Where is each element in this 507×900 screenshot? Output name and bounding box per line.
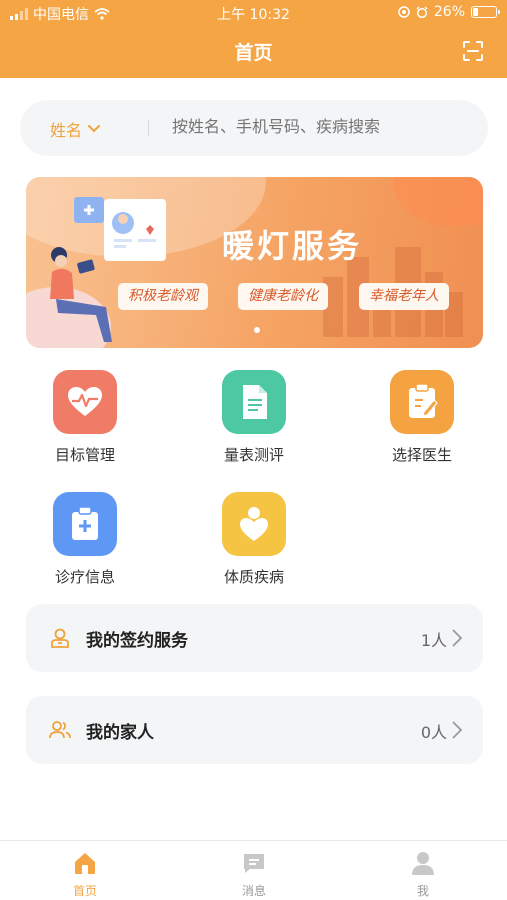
feature-label: 诊疗信息: [54, 568, 115, 586]
tab-label: 首页: [72, 884, 97, 898]
tab-label: 消息: [241, 884, 266, 898]
feature-label: 体质疾病: [223, 568, 284, 586]
search-input[interactable]: [172, 117, 472, 136]
tab-label: 我: [416, 884, 429, 898]
person-heart-icon: [222, 492, 286, 556]
person-badge-icon: [51, 628, 69, 648]
chevron-down-icon: [88, 125, 101, 133]
feature-constitution-disease[interactable]: 体质疾病: [204, 492, 304, 587]
feature-label: 目标管理: [54, 446, 115, 464]
banner-tag: 积极老龄观: [118, 283, 208, 310]
page-title: 首页: [234, 42, 273, 64]
battery-icon: [471, 6, 500, 18]
status-bar: 中国电信 上午 10:32 26%: [0, 4, 507, 26]
search-filter-label: 姓名: [50, 121, 83, 140]
top-bar: 中国电信 上午 10:32 26% 首页: [0, 0, 507, 78]
clipboard-edit-icon: [390, 370, 454, 434]
user-icon: [412, 852, 434, 875]
medical-kit-icon: [53, 492, 117, 556]
feature-label: 选择医生: [391, 446, 452, 464]
chevron-right-icon: [452, 629, 463, 647]
promo-banner[interactable]: 暖灯服务 积极老龄观 健康老龄化 幸福老年人: [26, 177, 483, 348]
feature-label: 量表测评: [223, 446, 284, 464]
carousel-indicator[interactable]: [254, 327, 260, 333]
bottom-tab-bar: 首页 消息 我: [0, 840, 507, 900]
card-count: 1人: [420, 631, 447, 650]
document-icon: [222, 370, 286, 434]
my-signed-service-card[interactable]: 我的签约服务 1人: [26, 604, 483, 672]
feature-scale-assessment[interactable]: 量表测评: [204, 370, 304, 465]
card-title: 我的签约服务: [86, 631, 188, 651]
alarm-icon: [416, 6, 428, 18]
chevron-right-icon: [452, 721, 463, 739]
tab-home[interactable]: 首页: [45, 849, 125, 899]
feature-choose-doctor[interactable]: 选择医生: [372, 370, 472, 465]
my-family-card[interactable]: 我的家人 0人: [26, 696, 483, 764]
banner-tag: 幸福老年人: [359, 283, 449, 310]
feature-treatment-info[interactable]: 诊疗信息: [35, 492, 135, 587]
search-bar: 姓名: [20, 100, 488, 156]
feature-goal-management[interactable]: 目标管理: [35, 370, 135, 465]
card-count: 0人: [420, 723, 447, 742]
doctor-consult-illustration: [26, 197, 166, 348]
message-icon: [244, 854, 264, 873]
banner-title: 暖灯服务: [222, 227, 363, 265]
card-title: 我的家人: [86, 723, 154, 743]
home-icon: [75, 853, 95, 874]
scan-icon[interactable]: [461, 39, 485, 63]
tab-messages[interactable]: 消息: [214, 849, 294, 899]
location-lock-icon: [398, 6, 410, 18]
family-icon: [49, 721, 71, 739]
battery-percent: 26%: [433, 4, 465, 20]
search-divider: [148, 120, 149, 136]
tab-me[interactable]: 我: [383, 849, 463, 899]
search-filter-dropdown[interactable]: 姓名: [50, 117, 101, 141]
banner-tag: 健康老龄化: [238, 283, 328, 310]
heartbeat-icon: [53, 370, 117, 434]
